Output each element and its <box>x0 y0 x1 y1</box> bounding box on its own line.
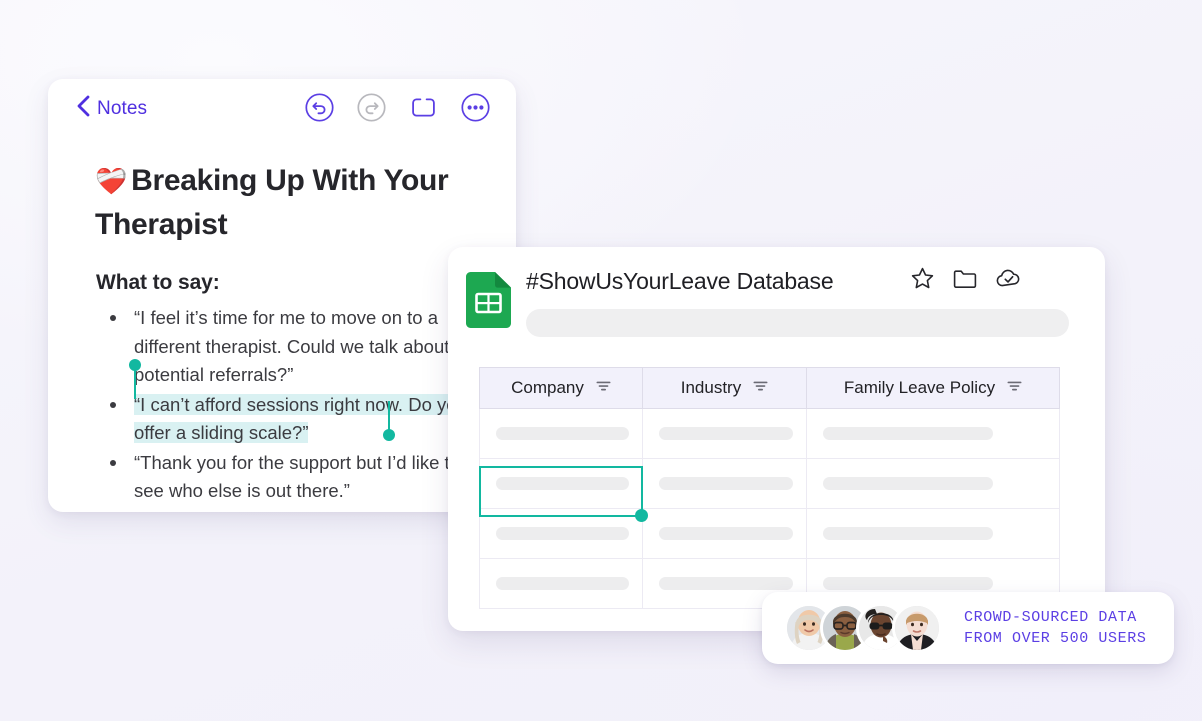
column-header-label: Company <box>511 378 584 397</box>
spreadsheet-title-row: #ShowUsYourLeave Database <box>470 266 1079 296</box>
folder-icon[interactable] <box>952 266 978 296</box>
filter-icon[interactable] <box>596 379 611 397</box>
table-cell[interactable] <box>642 408 807 459</box>
table-row[interactable] <box>479 508 1060 559</box>
column-header-company[interactable]: Company <box>479 367 643 409</box>
table-cell[interactable] <box>642 458 807 509</box>
loading-placeholder <box>496 427 629 440</box>
list-item-text: “Thank you for the support but I’d like … <box>134 451 460 502</box>
chevron-left-icon <box>76 95 90 122</box>
redo-icon[interactable] <box>357 93 386 127</box>
crowd-sourced-line-1: CROWD-SOURCED DATA <box>964 609 1137 626</box>
column-header-family-leave-policy[interactable]: Family Leave Policy <box>806 367 1060 409</box>
table-cell[interactable] <box>806 408 1060 459</box>
table-cell[interactable] <box>642 508 807 559</box>
loading-placeholder <box>823 527 993 540</box>
loading-placeholder <box>659 577 793 590</box>
note-title-text: Breaking Up With Your Therapist <box>95 164 449 241</box>
loading-placeholder <box>823 477 993 490</box>
data-table: Company Industry Family Leave Policy <box>479 367 1060 609</box>
selection-handle-end[interactable] <box>388 401 390 431</box>
table-header-row: Company Industry Family Leave Policy <box>479 367 1060 409</box>
crowd-sourced-text: CROWD-SOURCED DATA FROM OVER 500 USERS <box>964 607 1146 649</box>
column-header-label: Family Leave Policy <box>843 378 996 397</box>
cloud-check-icon[interactable] <box>995 266 1023 296</box>
search-input[interactable] <box>526 309 1069 337</box>
back-to-notes-button[interactable]: Notes <box>76 95 147 122</box>
crowd-sourced-badge: CROWD-SOURCED DATA FROM OVER 500 USERS <box>762 592 1174 664</box>
table-cell[interactable] <box>479 508 643 559</box>
star-icon[interactable] <box>910 266 935 296</box>
notes-body: ❤️‍🩹 Breaking Up With Your Therapist What… <box>48 159 516 506</box>
column-header-industry[interactable]: Industry <box>642 367 807 409</box>
loading-placeholder <box>823 427 993 440</box>
markup-icon[interactable] <box>409 93 438 127</box>
column-header-label: Industry <box>680 378 742 397</box>
back-to-notes-label: Notes <box>97 97 148 119</box>
note-bullet-list: “I feel it’s time for me to move on to a… <box>96 304 488 506</box>
filter-icon[interactable] <box>753 379 768 397</box>
spreadsheet-header: #ShowUsYourLeave Database <box>448 247 1105 339</box>
note-title: ❤️‍🩹 Breaking Up With Your Therapist <box>95 159 488 247</box>
notes-toolbar: Notes <box>48 79 516 147</box>
loading-placeholder <box>496 527 629 540</box>
spreadsheet-title: #ShowUsYourLeave Database <box>526 267 834 294</box>
loading-placeholder <box>659 477 793 490</box>
list-item-text: “I can’t afford sessions right now. Do y… <box>134 393 467 443</box>
loading-placeholder <box>659 427 793 440</box>
table-cell[interactable] <box>479 558 643 609</box>
google-sheets-icon <box>466 272 511 333</box>
undo-icon[interactable] <box>305 93 334 127</box>
loading-placeholder <box>823 577 993 590</box>
table-cell[interactable] <box>806 508 1060 559</box>
crowd-sourced-line-2: FROM OVER 500 USERS <box>964 630 1147 647</box>
spreadsheet-header-icons <box>910 266 1023 296</box>
selection-handle-start[interactable] <box>134 369 136 399</box>
avatar-group <box>784 603 942 653</box>
list-item-text: “I feel it’s time for me to move on to a… <box>134 307 450 385</box>
mending-heart-icon: ❤️‍🩹 <box>95 166 128 196</box>
list-item[interactable]: “I feel it’s time for me to move on to a… <box>96 304 488 390</box>
table-cell[interactable] <box>806 458 1060 509</box>
table-cell[interactable] <box>479 408 643 459</box>
loading-placeholder <box>496 577 629 590</box>
notes-action-icons <box>305 93 490 127</box>
filter-icon[interactable] <box>1007 379 1022 397</box>
avatar-4 <box>892 603 942 653</box>
note-subheading: What to say: <box>96 271 220 294</box>
list-item[interactable]: “Thank you for the support but I’d like … <box>96 449 488 506</box>
table-row[interactable] <box>479 408 1060 459</box>
more-options-icon[interactable] <box>461 93 490 127</box>
loading-placeholder <box>496 477 629 490</box>
loading-placeholder <box>659 527 793 540</box>
list-item[interactable]: “I can’t afford sessions right now. Do y… <box>96 391 488 448</box>
notes-card: Notes <box>48 79 516 512</box>
table-cell-selected[interactable] <box>479 458 643 509</box>
table-row[interactable] <box>479 458 1060 509</box>
